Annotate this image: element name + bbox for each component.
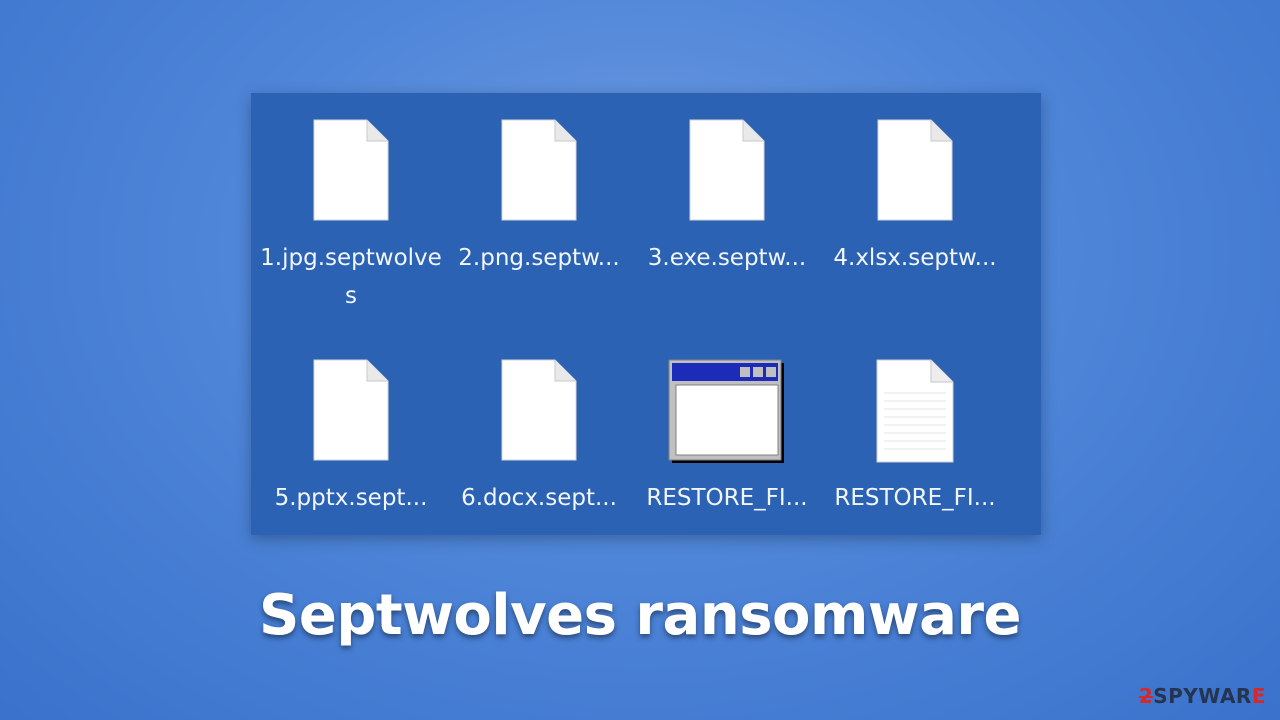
document-icon <box>877 119 953 221</box>
file-item[interactable]: RESTORE_FI... <box>633 359 821 517</box>
file-item[interactable]: RESTORE_FI... <box>821 359 1009 517</box>
file-item[interactable]: 3.exe.septw... <box>633 119 821 277</box>
file-name: 4.xlsx.septw... <box>833 245 997 271</box>
file-name: 3.exe.septw... <box>647 245 807 271</box>
document-icon <box>689 119 765 221</box>
file-name: 5.pptx.sept... <box>274 485 428 511</box>
document-icon <box>501 119 577 221</box>
watermark-main: SPYWAR <box>1153 684 1252 708</box>
file-name: 1.jpg.septwolves <box>260 245 442 309</box>
file-item[interactable]: 2.png.septw... <box>445 119 633 277</box>
file-item[interactable]: 4.xlsx.septw... <box>821 119 1009 277</box>
file-name: RESTORE_FI... <box>834 485 996 511</box>
watermark-suffix: E <box>1251 684 1266 708</box>
file-name: 6.docx.sept... <box>461 485 617 511</box>
file-name: 2.png.septw... <box>458 245 620 271</box>
document-icon <box>313 119 389 221</box>
document-icon <box>313 359 389 461</box>
file-item[interactable]: 6.docx.sept... <box>445 359 633 517</box>
file-explorer-view: 1.jpg.septwolves 2.png.septw... 3.exe.se… <box>251 93 1041 535</box>
file-item[interactable]: 1.jpg.septwolves <box>257 119 445 315</box>
application-window-icon <box>668 359 784 463</box>
document-icon <box>501 359 577 461</box>
text-document-icon <box>876 359 954 463</box>
file-item[interactable]: 5.pptx.sept... <box>257 359 445 517</box>
watermark-logo: 2 SPYWAR E <box>1139 684 1266 708</box>
watermark-prefix: 2 <box>1138 684 1154 708</box>
file-name: RESTORE_FI... <box>646 485 808 511</box>
page-title: Septwolves ransomware <box>259 583 1021 648</box>
